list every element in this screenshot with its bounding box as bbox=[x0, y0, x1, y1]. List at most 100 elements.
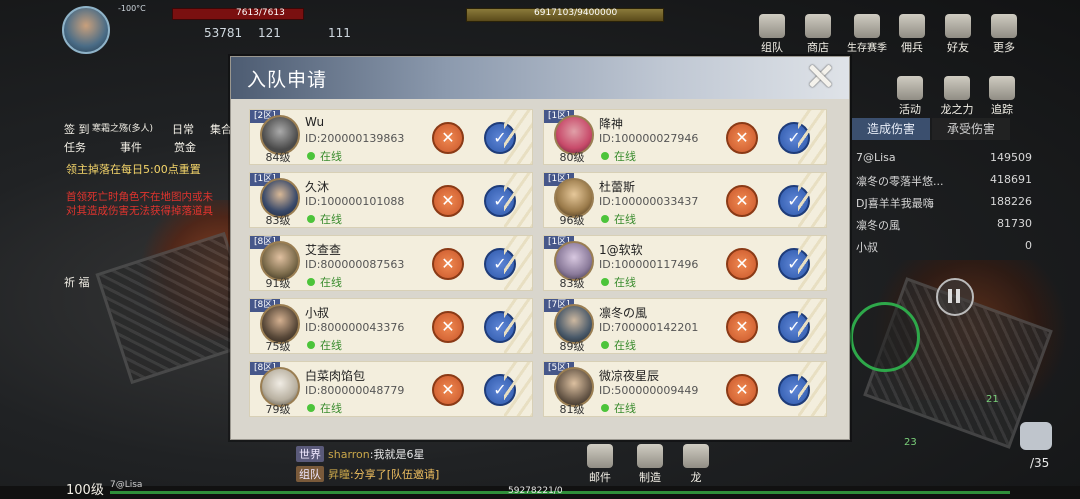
dialog-title: 入队申请 bbox=[247, 69, 328, 91]
close-icon[interactable] bbox=[805, 61, 835, 91]
applicant-id: ID:500000009449 bbox=[599, 384, 699, 397]
accept-button[interactable]: ✓ bbox=[778, 122, 810, 154]
shop-button[interactable]: 商店 bbox=[798, 14, 838, 55]
friends-button[interactable]: 好友 bbox=[938, 14, 978, 55]
applicant-level: 96级 bbox=[559, 214, 585, 227]
accept-button[interactable]: ✓ bbox=[778, 374, 810, 406]
pray-button[interactable]: 祈 福 bbox=[64, 274, 90, 290]
craft-button[interactable]: 制造 bbox=[630, 444, 670, 485]
pause-button[interactable] bbox=[936, 278, 974, 316]
accept-icon: ✓ bbox=[787, 317, 801, 336]
applicant-card: [1区] 96级 杜蕾斯 ID:100000033437 在线 ✕ ✓ bbox=[543, 172, 827, 228]
boss-hp-text: 6917103/9400000 bbox=[534, 8, 618, 18]
online-dot-icon bbox=[601, 278, 609, 286]
accept-button[interactable]: ✓ bbox=[484, 185, 516, 217]
applicant-name: 白菜肉馅包 bbox=[305, 369, 366, 383]
dragon-small-icon bbox=[683, 444, 709, 468]
accept-icon: ✓ bbox=[787, 191, 801, 210]
mail-button[interactable]: 邮件 bbox=[580, 444, 620, 485]
applicant-card: [2区] 84级 Wu ID:200000139863 在线 ✕ ✓ bbox=[249, 109, 533, 165]
applicant-id: ID:800000043376 bbox=[305, 321, 405, 334]
reject-icon: ✕ bbox=[441, 380, 455, 399]
activity-button[interactable]: 活动 bbox=[890, 76, 930, 117]
task-tab[interactable]: 任务 bbox=[64, 139, 86, 155]
pause-icon bbox=[948, 289, 952, 303]
track-icon bbox=[989, 76, 1015, 100]
attack-skill-button[interactable] bbox=[850, 302, 920, 372]
daily-button[interactable]: 日常 bbox=[172, 121, 194, 137]
accept-button[interactable]: ✓ bbox=[484, 248, 516, 280]
applicant-level: 81级 bbox=[559, 403, 585, 416]
reject-button[interactable]: ✕ bbox=[432, 122, 464, 154]
rank-row: DJ喜羊羊我最嗨 188226 bbox=[856, 195, 1032, 210]
chat-line[interactable]: 世界 sharron:我就是6星 bbox=[296, 446, 424, 462]
accept-button[interactable]: ✓ bbox=[484, 374, 516, 406]
resource-energy: 111 bbox=[328, 26, 351, 40]
team-button[interactable]: 组队 bbox=[752, 14, 792, 55]
player-avatar[interactable] bbox=[62, 6, 110, 54]
tab-damage-taken[interactable]: 承受伤害 bbox=[932, 118, 1010, 140]
reject-button[interactable]: ✕ bbox=[726, 185, 758, 217]
reject-button[interactable]: ✕ bbox=[432, 374, 464, 406]
accept-button[interactable]: ✓ bbox=[484, 311, 516, 343]
reject-button[interactable]: ✕ bbox=[432, 248, 464, 280]
more-icon bbox=[991, 14, 1017, 38]
online-status: 在线 bbox=[614, 339, 636, 352]
player-level: 100级 bbox=[66, 483, 104, 498]
online-dot-icon bbox=[307, 341, 315, 349]
applicant-name: 1@软软 bbox=[599, 243, 643, 257]
more-button[interactable]: 更多 bbox=[984, 14, 1024, 55]
craft-icon bbox=[637, 444, 663, 468]
applicant-card: [1区] 80级 降神 ID:100000027946 在线 ✕ ✓ bbox=[543, 109, 827, 165]
accept-icon: ✓ bbox=[787, 128, 801, 147]
temperature: -100°C bbox=[118, 4, 146, 13]
resource-gem: 121 bbox=[258, 26, 281, 40]
friends-icon bbox=[945, 14, 971, 38]
accept-button[interactable]: ✓ bbox=[778, 248, 810, 280]
sign-in-button[interactable]: 签 到 bbox=[64, 121, 90, 137]
accept-icon: ✓ bbox=[787, 380, 801, 399]
applicant-name: 小叔 bbox=[305, 306, 330, 320]
online-status: 在线 bbox=[614, 150, 636, 163]
chat-line[interactable]: 组队 昇瞳:分享了[队伍邀请] bbox=[296, 466, 439, 482]
bag-button[interactable]: /35 bbox=[1014, 420, 1060, 470]
accept-button[interactable]: ✓ bbox=[484, 122, 516, 154]
reject-button[interactable]: ✕ bbox=[726, 248, 758, 280]
applicant-level: 75级 bbox=[265, 340, 291, 353]
cold-event-label[interactable]: 寒霜之殇(多人) bbox=[92, 121, 153, 134]
reject-button[interactable]: ✕ bbox=[726, 374, 758, 406]
applicant-name: 久沐 bbox=[305, 180, 330, 194]
mercenary-button[interactable]: 佣兵 bbox=[892, 14, 932, 55]
season-button[interactable]: 生存赛季 bbox=[842, 14, 892, 54]
xp-text: 59278221/0 bbox=[508, 486, 563, 496]
collect-button[interactable]: 集合 bbox=[210, 121, 232, 137]
drop-warning-line1: 首领死亡时角色不在地图内或未 bbox=[66, 191, 213, 203]
dragon-power-button[interactable]: 龙之力 bbox=[934, 76, 980, 117]
track-button[interactable]: 追踪 bbox=[982, 76, 1022, 117]
tab-damage-dealt[interactable]: 造成伤害 bbox=[852, 118, 930, 140]
online-dot-icon bbox=[307, 215, 315, 223]
rank-row: 凛冬の風 81730 bbox=[856, 217, 1032, 232]
reject-button[interactable]: ✕ bbox=[726, 311, 758, 343]
bounty-tab[interactable]: 赏金 bbox=[174, 139, 196, 155]
applicant-level: 79级 bbox=[265, 403, 291, 416]
applicant-name: 凛冬の風 bbox=[599, 306, 648, 320]
reject-icon: ✕ bbox=[441, 254, 455, 273]
accept-icon: ✓ bbox=[493, 128, 507, 147]
reject-button[interactable]: ✕ bbox=[432, 311, 464, 343]
dragon-button[interactable]: 龙 bbox=[676, 444, 716, 485]
applicant-list[interactable]: [2区] 84级 Wu ID:200000139863 在线 ✕ ✓ [1区] … bbox=[249, 109, 831, 427]
mail-icon bbox=[587, 444, 613, 468]
accept-button[interactable]: ✓ bbox=[778, 311, 810, 343]
reject-icon: ✕ bbox=[735, 128, 749, 147]
event-tab[interactable]: 事件 bbox=[120, 139, 142, 155]
applicant-name: 微凉夜星辰 bbox=[599, 369, 660, 383]
reject-button[interactable]: ✕ bbox=[432, 185, 464, 217]
reject-button[interactable]: ✕ bbox=[726, 122, 758, 154]
accept-button[interactable]: ✓ bbox=[778, 185, 810, 217]
dragon-icon bbox=[944, 76, 970, 100]
applicant-id: ID:100000033437 bbox=[599, 195, 699, 208]
accept-icon: ✓ bbox=[493, 317, 507, 336]
online-status: 在线 bbox=[320, 213, 342, 226]
applicant-id: ID:100000027946 bbox=[599, 132, 699, 145]
